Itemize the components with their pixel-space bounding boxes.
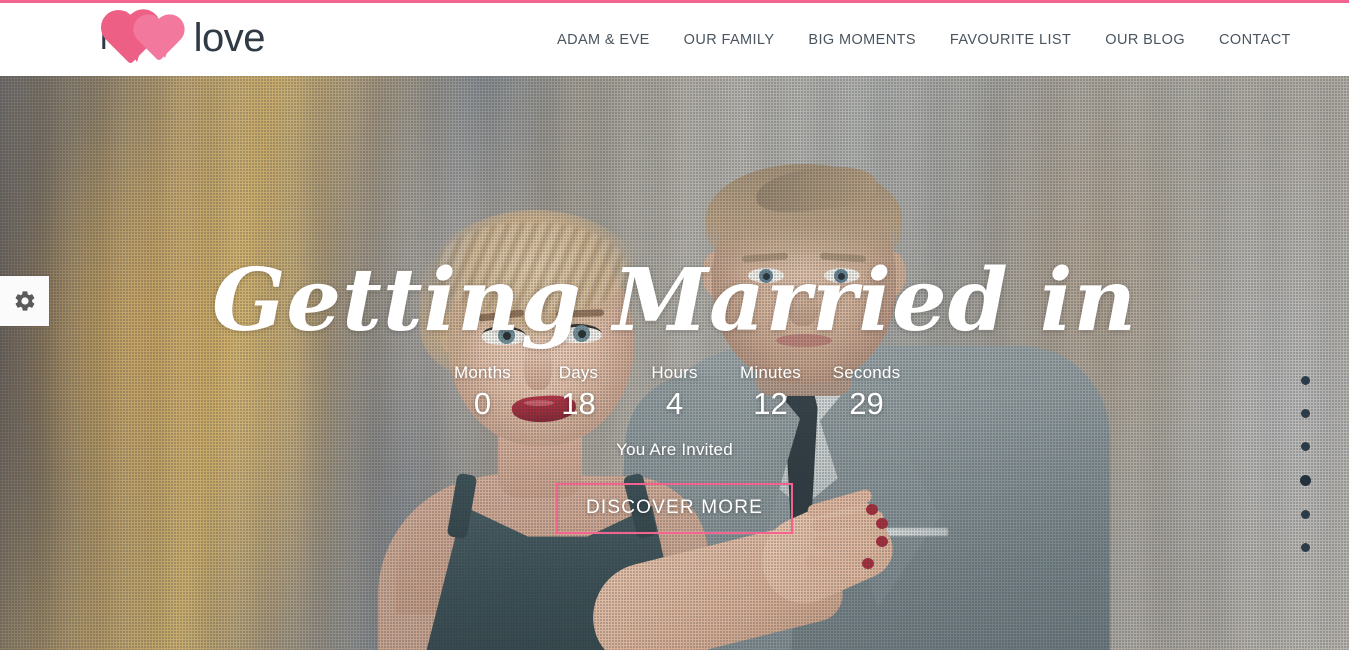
site-logo[interactable]: i love (100, 13, 266, 65)
main-navigation: ADAM & EVE OUR FAMILY BIG MOMENTS FAVOUR… (540, 3, 1308, 76)
nav-item-our-family[interactable]: OUR FAMILY (667, 32, 792, 48)
logo-word-love: love (193, 16, 266, 60)
site-header: i love ADAM & EVE OUR FAMILY BIG MOMENTS… (0, 3, 1349, 76)
bride-nail-2 (876, 518, 888, 529)
hero-slider: Getting Married in Months 0 Days 18 Hour… (0, 76, 1349, 650)
bride-finger-3 (811, 536, 883, 552)
bride-nose (524, 342, 552, 390)
slider-dot-3[interactable] (1301, 442, 1310, 451)
bride-pupil-right (578, 330, 586, 338)
groom-pupil-left (763, 273, 770, 280)
gear-icon (15, 291, 34, 311)
hero-background-photo (0, 76, 1349, 650)
nav-item-big-moments[interactable]: BIG MOMENTS (791, 32, 933, 48)
slider-dot-2[interactable] (1301, 409, 1310, 418)
heart-tail-small (157, 47, 169, 58)
nav-item-favourite-list[interactable]: FAVOURITE LIST (933, 32, 1088, 48)
slider-dot-1[interactable] (1301, 376, 1310, 385)
bride-nail-4 (862, 558, 874, 569)
bride-pupil-left (503, 332, 511, 340)
settings-panel-toggle[interactable] (0, 276, 49, 326)
heart-tail-large (127, 49, 141, 62)
nav-item-contact[interactable]: CONTACT (1202, 32, 1308, 48)
groom-nose (788, 282, 818, 326)
bride-nail-3 (876, 536, 888, 547)
groom-pupil-right (838, 273, 845, 280)
discover-more-button[interactable]: DISCOVER MORE (555, 483, 794, 534)
couple-photo-subject (0, 76, 1349, 650)
bride-hair-waves (436, 222, 626, 312)
slider-dot-5[interactable] (1301, 510, 1310, 519)
bride-lip-highlight (524, 400, 554, 406)
nav-item-our-blog[interactable]: OUR BLOG (1088, 32, 1202, 48)
slider-pagination (1300, 376, 1311, 552)
groom-chin (766, 348, 842, 380)
slider-dot-6[interactable] (1301, 543, 1310, 552)
logo-hearts-icon (105, 14, 190, 65)
bride-nail-1 (866, 504, 878, 515)
nav-item-adam-eve[interactable]: ADAM & EVE (540, 32, 667, 48)
groom-lips (776, 334, 832, 347)
slider-dot-4[interactable] (1300, 475, 1311, 486)
